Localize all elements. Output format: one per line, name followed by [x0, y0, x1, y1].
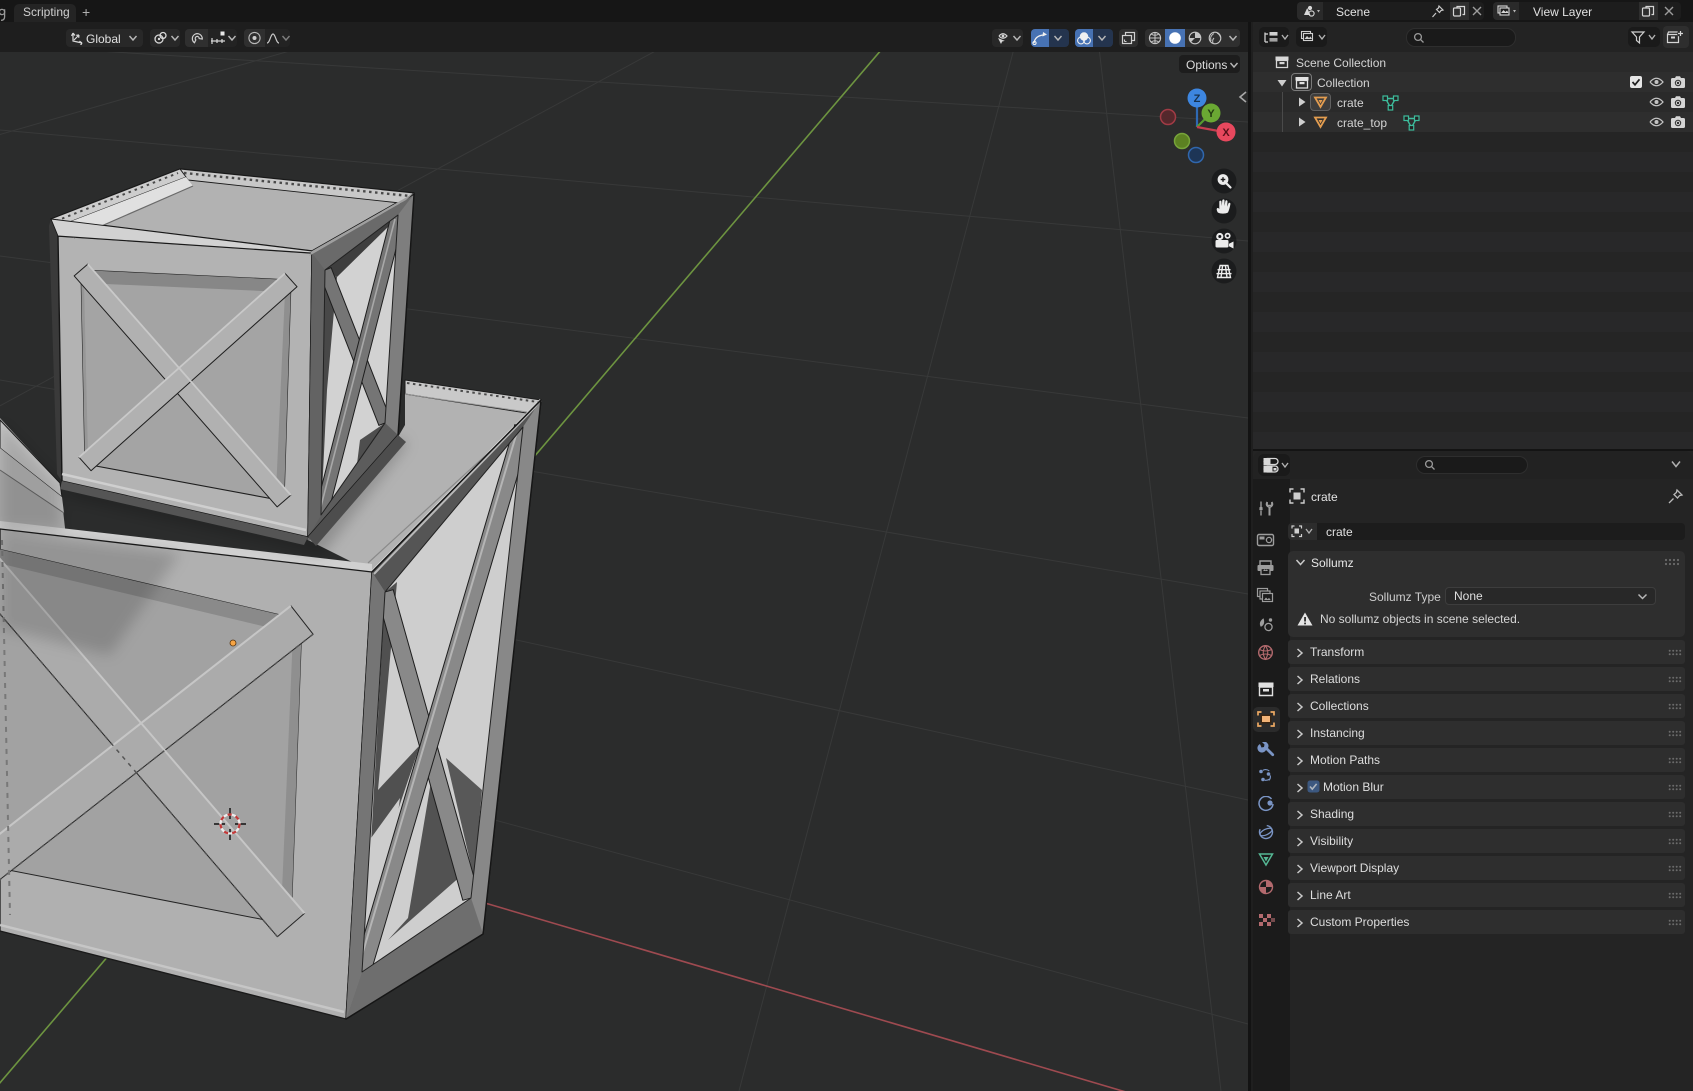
svg-text:Z: Z [1194, 93, 1201, 105]
svg-text:Y: Y [1207, 108, 1215, 120]
svg-text:X: X [1222, 127, 1230, 139]
